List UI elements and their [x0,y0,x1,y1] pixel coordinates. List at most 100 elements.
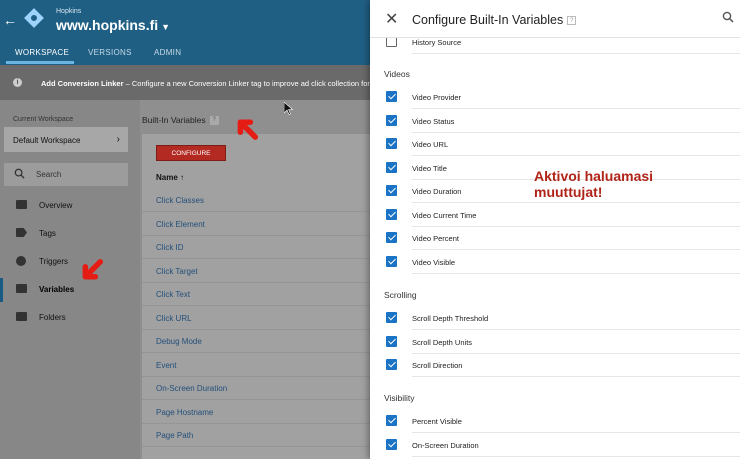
checkbox-checked-icon[interactable] [386,335,397,347]
section-title: Built-In Variables [142,115,206,125]
drawer-title-text: Configure Built-In Variables [412,13,564,27]
variable-label: Scroll Depth Threshold [412,314,489,323]
variable-label: Video Status [412,116,455,126]
table-row[interactable]: Click Target [142,260,370,283]
variable-label: Video Visible [412,257,456,267]
variable-label: Video Provider [412,93,462,102]
variable-link[interactable]: Click Text [156,290,190,299]
checkbox-checked-icon[interactable] [386,255,397,267]
mouse-cursor-icon [284,102,293,115]
variable-checkbox-row[interactable]: Video Percent [370,227,740,250]
gtm-logo-icon [24,8,44,28]
variable-link[interactable]: Debug Mode [156,337,202,346]
current-workspace-label: Current Workspace [13,116,74,123]
annotation-line-1: Aktivoi haluamasi [534,168,654,184]
sidebar-item-overview[interactable]: Overview [0,194,140,218]
back-arrow-icon[interactable]: ← [3,12,17,28]
variable-checkbox-row[interactable]: Percent Visible [370,410,740,433]
notification-text: Add Conversion Linker – Configure a new … [41,79,370,88]
drawer-header: ✕ Configure Built-In Variables? [370,0,740,38]
variables-icon [16,284,27,293]
notification-title: Add Conversion Linker [41,79,124,88]
variable-link[interactable]: Page Hostname [156,408,213,417]
variable-checkbox-row[interactable]: Video Provider [370,86,740,109]
variable-checkbox-row[interactable]: Video Visible [370,251,740,274]
drawer-title: Configure Built-In Variables? [412,13,577,27]
column-label: Name [156,173,178,182]
variable-checkbox-row[interactable]: Video URL [370,133,740,156]
sidebar: Current Workspace Default Workspace › Se… [0,100,140,459]
sort-arrow-up-icon: ↑ [180,173,185,182]
row-divider [412,53,740,54]
table-row[interactable]: Click Text [142,283,370,306]
variable-checkbox-row[interactable]: On-Screen Duration [370,434,740,457]
checkbox-checked-icon[interactable] [386,232,397,243]
sidebar-item-variables[interactable]: Variables [0,278,140,302]
table-row[interactable]: Page Hostname [142,401,370,424]
workspace-selector[interactable]: Default Workspace › [4,127,128,152]
configure-button[interactable]: CONFIGURE [156,145,226,161]
variable-link[interactable]: Event [156,361,176,370]
variable-link[interactable]: Click URL [156,314,192,323]
checkbox-checked-icon[interactable] [386,438,397,450]
sidebar-search[interactable]: Search [4,163,128,186]
container-selector[interactable]: www.hopkins.fi ▼ [56,17,170,33]
tab-admin[interactable]: ADMIN [154,48,181,57]
table-row[interactable]: Click Classes [142,189,370,212]
tag-icon [16,228,27,237]
search-icon [14,168,25,179]
variable-link[interactable]: On-Screen Duration [156,384,227,393]
tab-versions[interactable]: VERSIONS [88,48,132,57]
checkbox-checked-icon[interactable] [386,359,397,370]
help-icon[interactable]: ? [209,116,219,126]
sidebar-item-folders[interactable]: Folders [0,306,140,330]
table-row[interactable]: Event [142,354,370,377]
variable-checkbox-row[interactable]: Scroll Direction [370,354,740,377]
section-heading: Scrolling [384,290,417,300]
variable-label: Scroll Depth Units [412,337,473,347]
close-icon[interactable]: ✕ [385,9,398,29]
section-heading: Videos [384,69,410,79]
section-heading: Visibility [384,393,415,403]
annotation-text: Aktivoi haluamasi muuttujat! [534,168,653,200]
table-row[interactable]: Debug Mode [142,330,370,353]
checkbox-checked-icon[interactable] [386,415,397,426]
variable-checkbox-row[interactable]: Scroll Depth Units [370,331,740,354]
variable-label: Video Percent [412,234,459,243]
info-icon: i [13,78,22,87]
table-row[interactable]: On-Screen Duration [142,377,370,400]
table-row[interactable]: Click ID [142,236,370,259]
table-row[interactable]: Click URL [142,307,370,330]
variable-link[interactable]: Click ID [156,243,184,252]
tab-workspace[interactable]: WORKSPACE [15,48,69,57]
checkbox-checked-icon[interactable] [386,114,397,126]
annotation-line-2: muuttujat! [534,184,603,200]
variable-label: Video Duration [412,187,462,196]
sidebar-item-tags[interactable]: Tags [0,222,140,246]
search-icon[interactable] [722,11,734,23]
variable-checkbox-row[interactable]: Video Status [370,110,740,133]
checkbox-checked-icon[interactable] [386,208,397,220]
built-in-variables-card: CONFIGURE Name ↑ Click Classes Click Elem… [142,134,370,459]
variable-label: On-Screen Duration [412,440,479,450]
variable-checkbox-row[interactable]: Scroll Depth Threshold [370,307,740,330]
variable-link[interactable]: Click Element [156,220,205,229]
help-icon[interactable]: ? [567,16,577,26]
variable-label: Video Current Time [412,210,477,220]
account-name: Hopkins [56,8,82,15]
workspace-name: Default Workspace [13,136,81,145]
variable-link[interactable]: Page Path [156,431,193,440]
table-row[interactable]: Click Element [142,213,370,236]
checkbox-checked-icon[interactable] [386,161,397,173]
variable-checkbox-row[interactable]: Video Current Time [370,204,740,227]
sidebar-item-triggers[interactable]: Triggers [0,250,140,274]
variable-link[interactable]: Click Target [156,267,198,276]
name-column-header[interactable]: Name ↑ [156,173,184,182]
variable-label: Percent Visible [412,417,462,426]
checkbox-checked-icon[interactable] [386,312,397,323]
table-row[interactable]: Page Path [142,424,370,447]
checkbox-checked-icon[interactable] [386,185,397,196]
variable-link[interactable]: Click Classes [156,196,204,205]
checkbox-checked-icon[interactable] [386,91,397,102]
checkbox-checked-icon[interactable] [386,138,397,149]
